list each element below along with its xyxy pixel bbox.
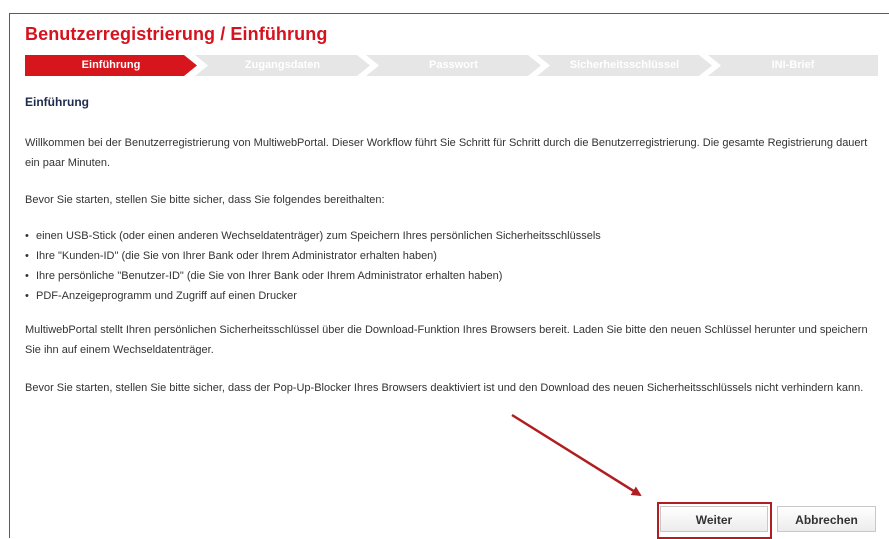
list-item-text: Ihre "Kunden-ID" (die Sie von Ihrer Bank…	[36, 250, 437, 262]
list-item-text: einen USB-Stick (oder einen anderen Wech…	[36, 230, 601, 242]
step-zugangsdaten: Zugangsdaten	[195, 55, 370, 76]
abbrechen-button[interactable]: Abbrechen	[777, 506, 876, 532]
prereq-intro: Bevor Sie starten, stellen Sie bitte sic…	[25, 194, 385, 206]
section-heading: Einführung	[25, 95, 89, 109]
step-sicherheitsschluessel: Sicherheitsschlüssel	[537, 55, 712, 76]
prereq-list: • einen USB-Stick (oder einen anderen Wec…	[25, 226, 868, 306]
list-item: • Ihre persönliche "Benutzer-ID" (die Sie…	[25, 266, 868, 286]
list-item: • PDF-Anzeigeprogramm und Zugriff auf ein…	[25, 286, 868, 306]
list-item: • einen USB-Stick (oder einen anderen Wec…	[25, 226, 868, 246]
bullet-icon: •	[25, 270, 29, 282]
page-title: Benutzerregistrierung / Einführung	[25, 24, 328, 44]
step-passwort: Passwort	[366, 55, 541, 76]
intro-text: Willkommen bei der Benutzerregistrierung…	[25, 137, 868, 169]
progress-steps: Einführung Zugangsdaten Passwort Sicherh…	[25, 55, 878, 76]
list-item-text: PDF-Anzeigeprogramm und Zugriff auf eine…	[36, 290, 297, 302]
download-note: MultiwebPortal stellt Ihren persönlichen…	[25, 324, 868, 356]
bullet-icon: •	[25, 230, 29, 242]
step-ini-brief: INI-Brief	[708, 55, 878, 76]
weiter-button[interactable]: Weiter	[660, 506, 768, 532]
bullet-icon: •	[25, 250, 29, 262]
list-item: • Ihre "Kunden-ID" (die Sie von Ihrer Ban…	[25, 246, 868, 266]
list-item-text: Ihre persönliche "Benutzer-ID" (die Sie …	[36, 270, 503, 282]
step-einfuehrung: Einführung	[25, 55, 197, 76]
popup-note: Bevor Sie starten, stellen Sie bitte sic…	[25, 382, 864, 394]
bullet-icon: •	[25, 290, 29, 302]
